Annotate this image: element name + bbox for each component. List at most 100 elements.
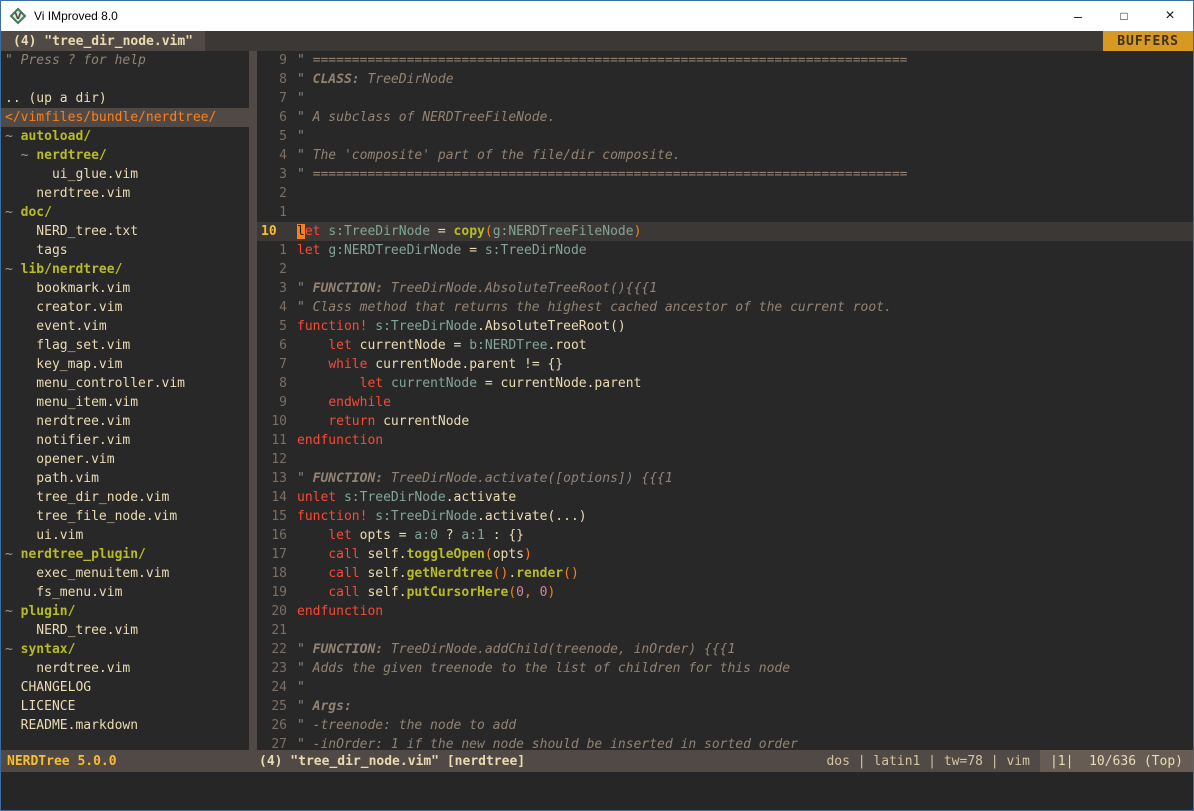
code-line[interactable]: 7 while currentNode.parent != {}: [257, 355, 1193, 374]
tree-file-item[interactable]: fs_menu.vim: [1, 583, 249, 602]
tree-file-item[interactable]: NERD_tree.txt: [1, 222, 249, 241]
code-line[interactable]: 2: [257, 260, 1193, 279]
line-number: 25: [257, 697, 297, 716]
maximize-button[interactable]: □: [1101, 1, 1147, 31]
tree-up-item[interactable]: .. (up a dir): [1, 89, 249, 108]
code-text: " A subclass of NERDTreeFileNode.: [297, 108, 555, 127]
code-line[interactable]: 6" A subclass of NERDTreeFileNode.: [257, 108, 1193, 127]
code-line-current[interactable]: 10let s:TreeDirNode = copy(g:NERDTreeFil…: [257, 222, 1193, 241]
tree-directory-item[interactable]: ~ doc/: [1, 203, 249, 222]
code-token: unlet: [297, 490, 336, 505]
code-token: function!: [297, 509, 367, 524]
tree-root-item[interactable]: </vimfiles/bundle/nerdtree/: [1, 108, 249, 127]
code-line[interactable]: 7": [257, 89, 1193, 108]
tree-file-item[interactable]: tags: [1, 241, 249, 260]
code-line[interactable]: 22" FUNCTION: TreeDirNode.addChild(treen…: [257, 640, 1193, 659]
tree-file-item[interactable]: exec_menuitem.vim: [1, 564, 249, 583]
expanded-arrow-icon[interactable]: ~: [5, 129, 21, 144]
minimize-button[interactable]: –: [1055, 1, 1101, 31]
code-line[interactable]: 1let g:NERDTreeDirNode = s:TreeDirNode: [257, 241, 1193, 260]
line-number: 6: [257, 336, 297, 355]
code-line[interactable]: 12: [257, 450, 1193, 469]
code-token: opts =: [352, 528, 415, 543]
expanded-arrow-icon[interactable]: ~: [5, 205, 21, 220]
code-line[interactable]: 18 call self.getNerdtree().render(): [257, 564, 1193, 583]
tree-file-item[interactable]: flag_set.vim: [1, 336, 249, 355]
code-line[interactable]: 8" CLASS: TreeDirNode: [257, 70, 1193, 89]
code-line[interactable]: 9" =====================================…: [257, 51, 1193, 70]
tree-file-item[interactable]: NERD_tree.vim: [1, 621, 249, 640]
code-token: ": [297, 91, 305, 106]
code-line[interactable]: 3" =====================================…: [257, 165, 1193, 184]
tree-file-item[interactable]: nerdtree.vim: [1, 659, 249, 678]
code-line[interactable]: 20endfunction: [257, 602, 1193, 621]
tree-file-item[interactable]: tree_file_node.vim: [1, 507, 249, 526]
tree-file-item[interactable]: README.markdown: [1, 716, 249, 735]
code-line[interactable]: 24": [257, 678, 1193, 697]
code-line[interactable]: 4" The 'composite' part of the file/dir …: [257, 146, 1193, 165]
code-line[interactable]: 25" Args:: [257, 697, 1193, 716]
tree-directory-item[interactable]: ~ autoload/: [1, 127, 249, 146]
tree-file-item[interactable]: bookmark.vim: [1, 279, 249, 298]
code-line[interactable]: 14unlet s:TreeDirNode.activate: [257, 488, 1193, 507]
tabline: (4) "tree_dir_node.vim" BUFFERS: [1, 31, 1193, 51]
tree-file-item[interactable]: menu_controller.vim: [1, 374, 249, 393]
code-line[interactable]: 26" -treenode: the node to add: [257, 716, 1193, 735]
main-area: " Press ? for help .. (up a dir)</vimfil…: [1, 51, 1193, 750]
code-line[interactable]: 19 call self.putCursorHere(0, 0): [257, 583, 1193, 602]
tab-tree-dir-node[interactable]: (4) "tree_dir_node.vim": [1, 31, 205, 51]
close-button[interactable]: ×: [1147, 1, 1193, 31]
tree-file-item[interactable]: CHANGELOG: [1, 678, 249, 697]
code-line[interactable]: 17 call self.toggleOpen(opts): [257, 545, 1193, 564]
tree-file-item[interactable]: ui.vim: [1, 526, 249, 545]
tree-directory-item[interactable]: ~ plugin/: [1, 602, 249, 621]
code-line[interactable]: 21: [257, 621, 1193, 640]
expanded-arrow-icon[interactable]: ~: [5, 262, 21, 277]
code-line[interactable]: 8 let currentNode = currentNode.parent: [257, 374, 1193, 393]
tree-directory-item[interactable]: ~ nerdtree_plugin/: [1, 545, 249, 564]
tree-file-item[interactable]: notifier.vim: [1, 431, 249, 450]
tree-file-item[interactable]: tree_dir_node.vim: [1, 488, 249, 507]
tree-file-item[interactable]: nerdtree.vim: [1, 412, 249, 431]
code-line[interactable]: 2: [257, 184, 1193, 203]
code-line[interactable]: 1: [257, 203, 1193, 222]
tree-file-item[interactable]: event.vim: [1, 317, 249, 336]
code-token: TreeDirNode: [360, 72, 454, 87]
tree-directory-item[interactable]: ~ syntax/: [1, 640, 249, 659]
tree-directory-item[interactable]: ~ lib/nerdtree/: [1, 260, 249, 279]
tree-file-item[interactable]: nerdtree.vim: [1, 184, 249, 203]
expanded-arrow-icon[interactable]: ~: [5, 604, 21, 619]
code-token: ": [297, 72, 313, 87]
expanded-arrow-icon[interactable]: ~: [5, 642, 21, 657]
code-line[interactable]: 10 return currentNode: [257, 412, 1193, 431]
code-line[interactable]: 5": [257, 127, 1193, 146]
code-line[interactable]: 27" -inOrder: 1 if the new node should b…: [257, 735, 1193, 750]
code-token: a:0: [414, 528, 437, 543]
code-line[interactable]: 9 endwhile: [257, 393, 1193, 412]
code-line[interactable]: 3" FUNCTION: TreeDirNode.AbsoluteTreeRoo…: [257, 279, 1193, 298]
code-token: let: [328, 338, 351, 353]
code-line[interactable]: 6 let currentNode = b:NERDTree.root: [257, 336, 1193, 355]
vertical-split-handle[interactable]: [249, 51, 257, 750]
code-token: copy: [454, 224, 485, 239]
directory-name: nerdtree/: [36, 148, 106, 163]
expanded-arrow-icon[interactable]: ~: [5, 148, 36, 163]
code-line[interactable]: 13" FUNCTION: TreeDirNode.activate([opti…: [257, 469, 1193, 488]
code-line[interactable]: 15function! s:TreeDirNode.activate(...): [257, 507, 1193, 526]
tree-file-item[interactable]: creator.vim: [1, 298, 249, 317]
tree-file-item[interactable]: path.vim: [1, 469, 249, 488]
tree-file-item[interactable]: ui_glue.vim: [1, 165, 249, 184]
code-line[interactable]: 23" Adds the given treenode to the list …: [257, 659, 1193, 678]
tree-file-item[interactable]: LICENCE: [1, 697, 249, 716]
tree-file-item[interactable]: menu_item.vim: [1, 393, 249, 412]
code-line[interactable]: 16 let opts = a:0 ? a:1 : {}: [257, 526, 1193, 545]
line-number: 1: [257, 241, 297, 260]
tree-file-item[interactable]: opener.vim: [1, 450, 249, 469]
line-number: 18: [257, 564, 297, 583]
code-line[interactable]: 11endfunction: [257, 431, 1193, 450]
tree-file-item[interactable]: key_map.vim: [1, 355, 249, 374]
expanded-arrow-icon[interactable]: ~: [5, 547, 21, 562]
code-line[interactable]: 4" Class method that returns the highest…: [257, 298, 1193, 317]
tree-directory-item[interactable]: ~ nerdtree/: [1, 146, 249, 165]
code-line[interactable]: 5function! s:TreeDirNode.AbsoluteTreeRoo…: [257, 317, 1193, 336]
